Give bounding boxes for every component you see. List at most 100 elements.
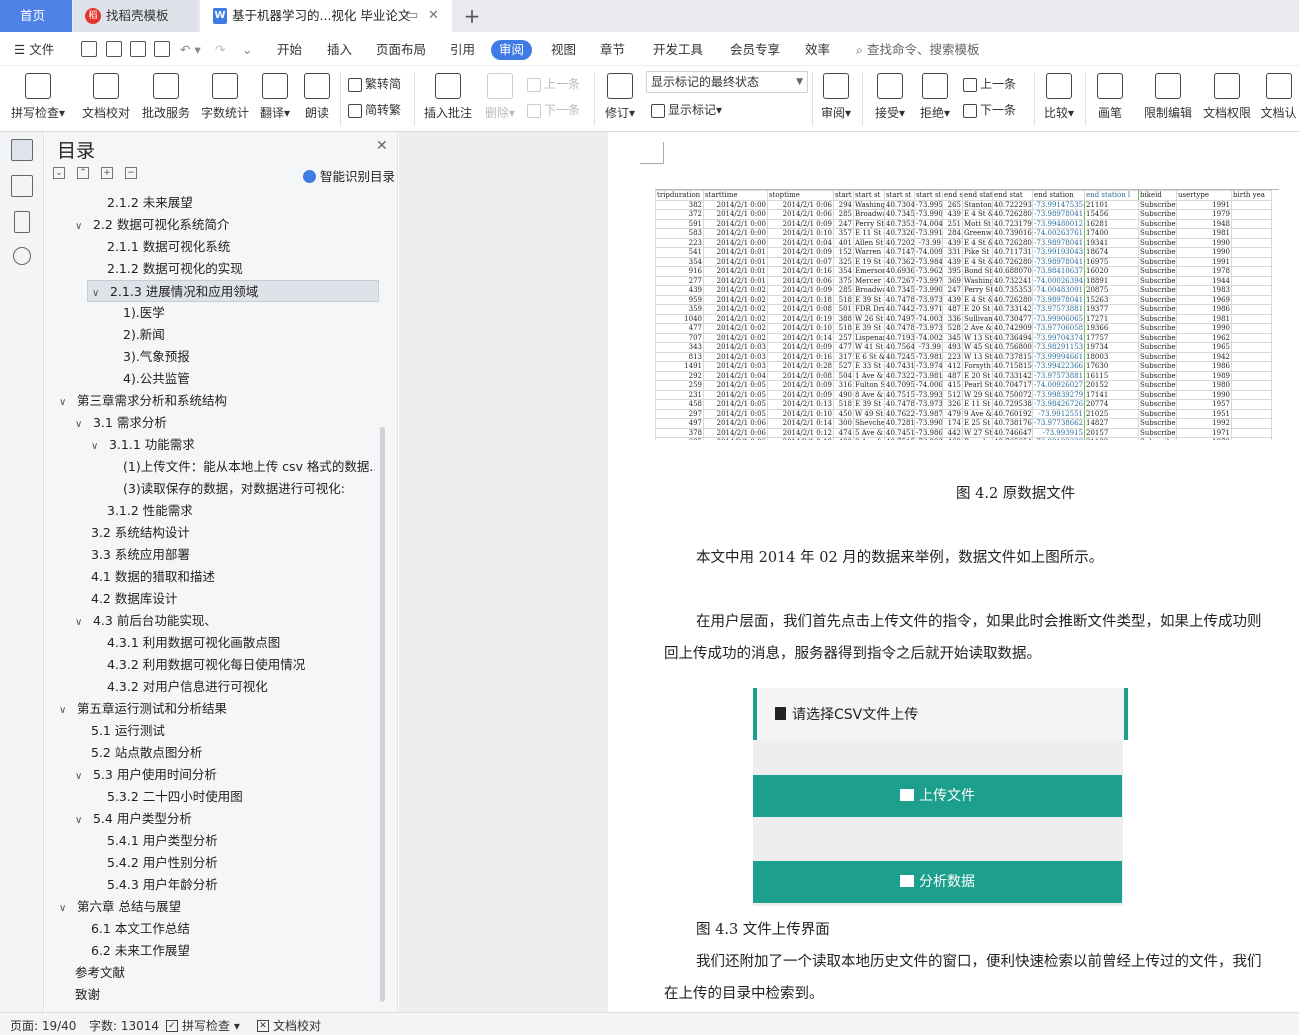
markup-state-select[interactable]: 显示标记的最终状态 ▼ bbox=[646, 71, 808, 93]
collapse-all-icon[interactable]: ⌄ bbox=[53, 167, 65, 179]
print-icon[interactable] bbox=[130, 41, 146, 57]
batch-service-button[interactable]: 批改服务 bbox=[138, 66, 194, 121]
toc-item[interactable]: 4).公共监管 bbox=[45, 368, 375, 390]
toc-item[interactable]: 5.4.1 用户类型分析 bbox=[45, 830, 375, 852]
search-icon[interactable] bbox=[13, 247, 31, 265]
track-changes-button[interactable]: 修订▾ bbox=[600, 66, 640, 121]
menu-view[interactable]: 视图 bbox=[551, 40, 576, 60]
toc-item[interactable]: 5.3.2 二十四小时使用图 bbox=[45, 786, 375, 808]
toc-item[interactable]: ∨ 5.4 用户类型分析 bbox=[45, 808, 375, 830]
toc-item[interactable]: 4.3.2 对用户信息进行可视化 bbox=[45, 676, 375, 698]
toc-item[interactable]: 4.3.1 利用数据可视化画散点图 bbox=[45, 632, 375, 654]
menu-references[interactable]: 引用 bbox=[450, 40, 475, 60]
toc-item[interactable]: 3.2 系统结构设计 bbox=[45, 522, 375, 544]
toc-panel-icon[interactable] bbox=[11, 139, 33, 161]
quick-access-more-icon[interactable]: ⌄ bbox=[242, 40, 252, 60]
toc-item[interactable]: (1)上传文件：能从本地上传 csv 格式的数据... bbox=[45, 456, 375, 478]
menu-chapter[interactable]: 章节 bbox=[600, 40, 625, 60]
toc-scrollbar[interactable] bbox=[380, 427, 385, 1002]
toc-item[interactable]: 6.2 未来工作展望 bbox=[45, 940, 375, 962]
chevron-down-icon[interactable]: ∨ bbox=[59, 392, 73, 412]
prev-comment-button[interactable]: 上一条 bbox=[527, 75, 580, 92]
review-pane-button[interactable]: 审阅▾ bbox=[816, 66, 856, 121]
toc-item[interactable]: 4.2 数据库设计 bbox=[45, 588, 375, 610]
word-count-button[interactable]: 字数统计 bbox=[197, 66, 253, 121]
toc-item[interactable]: ∨ 第三章需求分析和系统结构 bbox=[45, 390, 375, 412]
toc-item[interactable]: ∨ 2.2 数据可视化系统简介 bbox=[45, 214, 375, 236]
page-indicator[interactable]: 页面: 19/40 bbox=[10, 1017, 76, 1034]
toc-item[interactable]: 3.3 系统应用部署 bbox=[45, 544, 375, 566]
chevron-down-icon[interactable]: ∨ bbox=[59, 898, 73, 918]
toc-item[interactable]: 2.1.1 数据可视化系统 bbox=[45, 236, 375, 258]
tab-close-icon[interactable]: ✕ bbox=[428, 0, 439, 32]
toc-item[interactable]: 致谢 bbox=[45, 984, 375, 1006]
prev-change-button[interactable]: 上一条 bbox=[963, 75, 1016, 92]
next-comment-button[interactable]: 下一条 bbox=[527, 101, 580, 118]
toc-item[interactable]: 3.1.2 性能需求 bbox=[45, 500, 375, 522]
menu-efficiency[interactable]: 效率 bbox=[805, 40, 830, 60]
toc-item[interactable]: ∨ 4.3 前后台功能实现、 bbox=[45, 610, 375, 632]
menu-review[interactable]: 审阅 bbox=[491, 40, 533, 60]
toc-item[interactable]: ∨ 3.1 需求分析 bbox=[45, 412, 375, 434]
show-markup-button[interactable]: 显示标记▾ bbox=[651, 101, 722, 118]
toc-item[interactable]: ∨ 5.3 用户使用时间分析 bbox=[45, 764, 375, 786]
smart-toc-button[interactable]: 智能识别目录 bbox=[303, 166, 395, 185]
toc-item[interactable]: 5.2 站点散点图分析 bbox=[45, 742, 375, 764]
accept-button[interactable]: 接受▾ bbox=[870, 66, 910, 121]
status-doc-proof[interactable]: ✕ 文档校对 bbox=[257, 1017, 321, 1034]
chevron-down-icon[interactable]: ∨ bbox=[75, 216, 89, 236]
menu-member[interactable]: 会员专享 bbox=[730, 40, 780, 60]
tab-templates[interactable]: 稻找稻壳模板 bbox=[73, 0, 198, 32]
toc-item[interactable]: 2.1.2 未来展望 bbox=[45, 192, 375, 214]
restrict-edit-button[interactable]: 限制编辑 bbox=[1140, 66, 1196, 121]
spell-check-button[interactable]: 拼写检查▾ bbox=[10, 66, 66, 121]
toc-item[interactable]: 2).新闻 bbox=[45, 324, 375, 346]
toc-item[interactable]: ∨ 第五章运行测试和分析结果 bbox=[45, 698, 375, 720]
export-pdf-icon[interactable] bbox=[106, 41, 122, 57]
chevron-down-icon[interactable]: ∨ bbox=[75, 612, 89, 632]
file-menu[interactable]: ☰ 文件 bbox=[14, 40, 54, 60]
toc-item[interactable]: ∨ 第六章 总结与展望 bbox=[45, 896, 375, 918]
toc-item[interactable]: 4.3.2 利用数据可视化每日使用情况 bbox=[45, 654, 375, 676]
add-heading-icon[interactable]: + bbox=[101, 167, 113, 179]
doc-cert-button[interactable]: 文档认 bbox=[1258, 66, 1299, 121]
translate-button[interactable]: 翻译▾ bbox=[255, 66, 295, 121]
save-icon[interactable] bbox=[81, 41, 97, 57]
chapter-nav-icon[interactable] bbox=[11, 175, 33, 197]
status-spell-check[interactable]: ✓ 拼写检查 ▾ bbox=[166, 1017, 240, 1034]
chevron-down-icon[interactable]: ∨ bbox=[91, 436, 105, 456]
pen-button[interactable]: 画笔 bbox=[1092, 66, 1128, 121]
doc-permission-button[interactable]: 文档权限 bbox=[1199, 66, 1255, 121]
next-change-button[interactable]: 下一条 bbox=[963, 101, 1016, 118]
reject-button[interactable]: 拒绝▾ bbox=[915, 66, 955, 121]
tab-document[interactable]: W 基于机器学习的...视化 毕业论文 ▭ ✕ bbox=[200, 0, 452, 32]
delete-comment-button[interactable]: 删除▾ bbox=[480, 66, 520, 121]
chevron-down-icon[interactable]: ∨ bbox=[75, 414, 89, 434]
tab-home[interactable]: 首页 bbox=[0, 0, 72, 32]
toc-item[interactable]: 5.1 运行测试 bbox=[45, 720, 375, 742]
menu-insert[interactable]: 插入 bbox=[327, 40, 352, 60]
bookmark-icon[interactable] bbox=[14, 211, 30, 233]
redo-icon[interactable]: ↷ bbox=[215, 40, 225, 60]
to-simplified-button[interactable]: 简转繁 bbox=[348, 101, 401, 118]
toc-item[interactable]: 参考文献 bbox=[45, 962, 375, 984]
toc-item[interactable]: 5.4.2 用户性别分析 bbox=[45, 852, 375, 874]
menu-start[interactable]: 开始 bbox=[277, 40, 302, 60]
chevron-down-icon[interactable]: ∨ bbox=[92, 283, 106, 301]
toc-item[interactable]: 2.1.2 数据可视化的实现 bbox=[45, 258, 375, 280]
command-search[interactable]: ⌕ 查找命令、搜索模板 bbox=[856, 40, 980, 60]
word-count-indicator[interactable]: 字数: 13014 bbox=[89, 1017, 159, 1034]
new-tab-button[interactable]: + bbox=[460, 0, 484, 32]
remove-heading-icon[interactable]: − bbox=[125, 167, 137, 179]
menu-page-layout[interactable]: 页面布局 bbox=[376, 40, 426, 60]
close-icon[interactable]: ✕ bbox=[376, 138, 388, 154]
toc-item[interactable]: 6.1 本文工作总结 bbox=[45, 918, 375, 940]
doc-proof-button[interactable]: 文档校对 bbox=[78, 66, 134, 121]
tab-pin-icon[interactable]: ▭ bbox=[406, 0, 418, 32]
insert-comment-button[interactable]: 插入批注 bbox=[420, 66, 476, 121]
toc-item[interactable]: 4.1 数据的猎取和描述 bbox=[45, 566, 375, 588]
toc-item[interactable]: ∨ 3.1.1 功能需求 bbox=[45, 434, 375, 456]
undo-icon[interactable]: ↶ ▾ bbox=[180, 40, 201, 60]
to-traditional-button[interactable]: 繁转简 bbox=[348, 75, 401, 92]
compare-button[interactable]: 比较▾ bbox=[1039, 66, 1079, 121]
